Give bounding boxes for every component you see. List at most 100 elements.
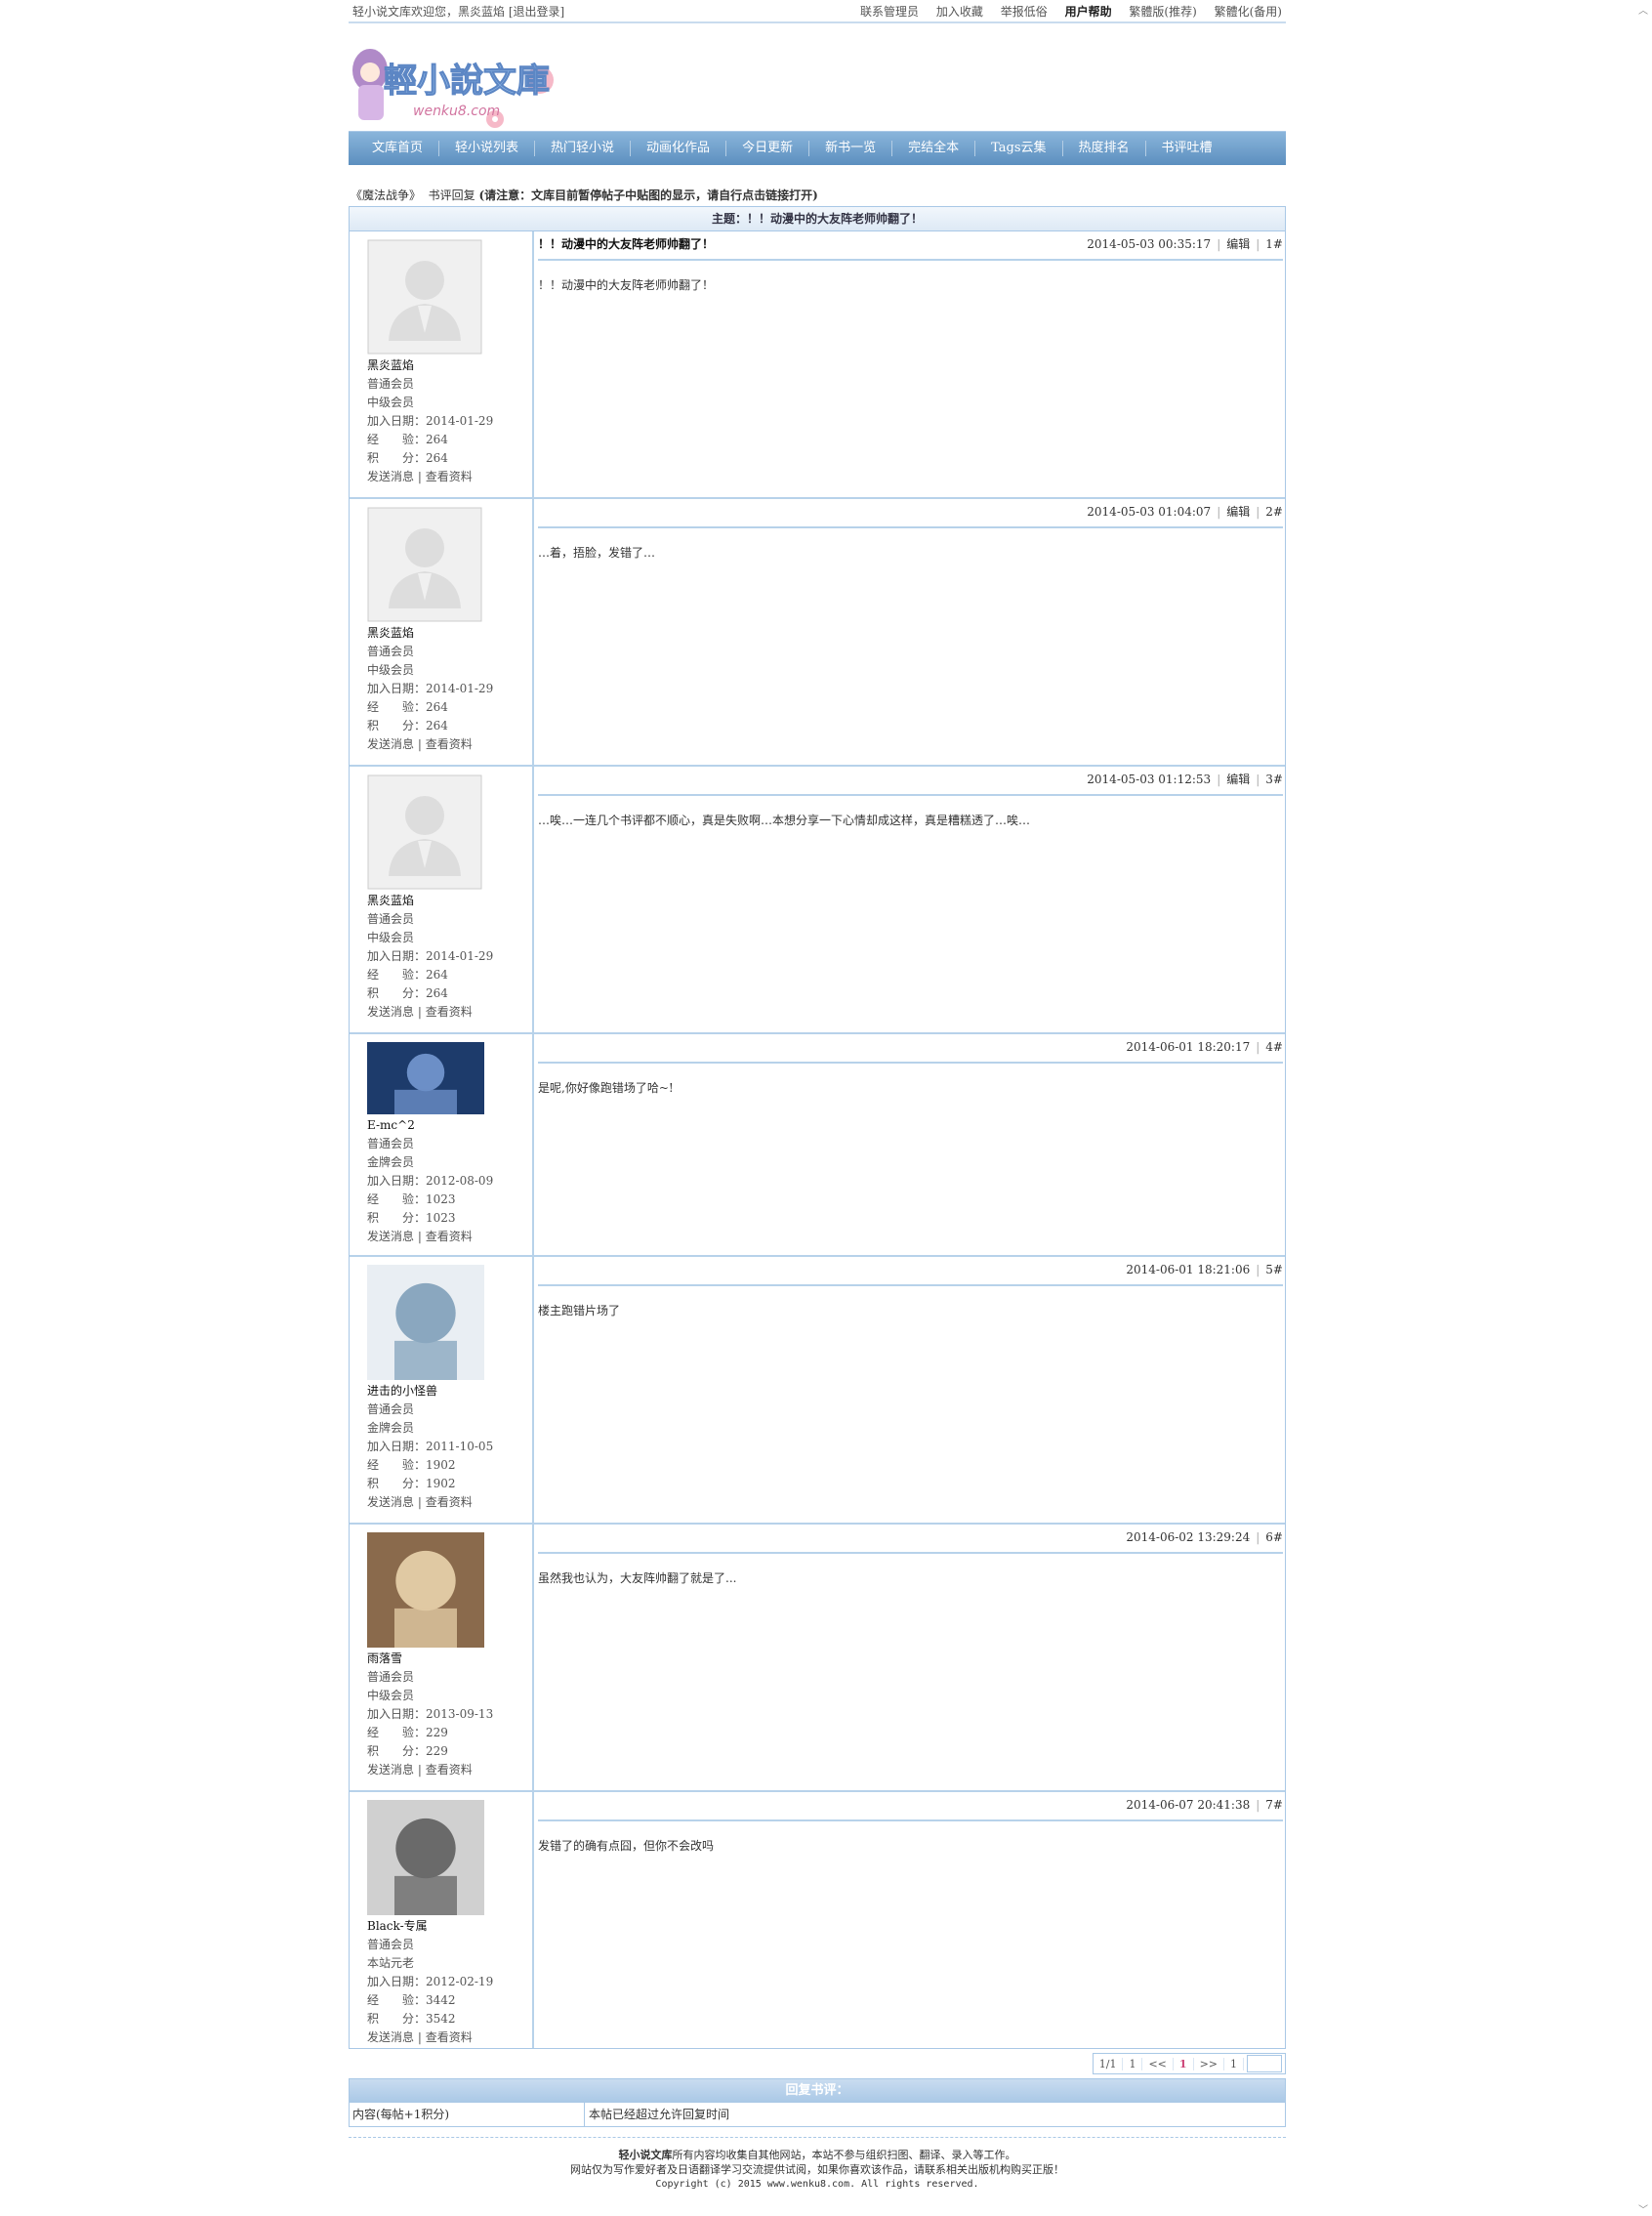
post-header: 2014-06-07 20:41:38|7#: [538, 1796, 1283, 1821]
post-body: 2014-06-02 13:29:24|6# 虽然我也认为，大友阵帅翻了就是了..…: [534, 1525, 1285, 1790]
footer-line1: 所有内容均收集自其他网站，本站不参与组织扫图、翻译、录入等工作。: [673, 2149, 1016, 2161]
author-rank: 中级会员: [367, 929, 532, 947]
post-content: …唉…一连几个书评都不顺心，真是失败啊…本想分享一下心情却成这样，真是糟糕透了……: [538, 812, 1283, 828]
view-profile-link[interactable]: 查看资料: [426, 737, 473, 751]
nav-home[interactable]: 文库首页: [356, 141, 439, 156]
scroll-down-arrow[interactable]: ﹀: [1636, 2201, 1650, 2211]
nav-complete[interactable]: 完结全本: [892, 141, 975, 156]
post-floor[interactable]: 6#: [1265, 1530, 1283, 1544]
logo-sub: wenku8.com: [413, 104, 500, 119]
post-time: 2014-05-03 01:04:07: [1087, 505, 1211, 519]
view-profile-link[interactable]: 查看资料: [426, 470, 473, 483]
author-actions: 发送消息 | 查看资料: [367, 1228, 532, 1246]
author-group: 普通会员: [367, 1135, 532, 1153]
scroll-up-arrow[interactable]: ︿: [1636, 2, 1650, 12]
author-name[interactable]: 黑炎蓝焰: [367, 892, 532, 910]
post-floor[interactable]: 1#: [1265, 237, 1283, 251]
top-bar: 轻小说文库欢迎您，黑炎蓝焰 [退出登录] 联系管理员 加入收藏 举报低俗 用户帮…: [349, 0, 1286, 23]
author-join-date: 加入日期：2014-01-29: [367, 412, 532, 431]
site-logo[interactable]: 輕小說文庫 wenku8.com: [349, 23, 1286, 131]
author-rank: 金牌会员: [367, 1153, 532, 1172]
post-time: 2014-05-03 01:12:53: [1087, 773, 1211, 786]
author-exp: 经 验：264: [367, 431, 532, 449]
post-content: 虽然我也认为，大友阵帅翻了就是了...: [538, 1569, 1283, 1586]
nav-review[interactable]: 书评吐槽: [1146, 141, 1228, 156]
page-first[interactable]: 1: [1123, 2058, 1142, 2070]
book-link[interactable]: 《魔法战争》: [351, 188, 421, 202]
post-author: 进击的小怪兽普通会员金牌会员加入日期：2011-10-05经 验：1902积 分…: [350, 1257, 534, 1523]
post-body: 2014-06-07 20:41:38|7# 发错了的确有点囧，但你不会改吗: [534, 1792, 1285, 2048]
page-jump-input[interactable]: [1247, 2055, 1282, 2072]
author-rank: 中级会员: [367, 394, 532, 412]
post-time: 2014-05-03 00:35:17: [1087, 237, 1211, 251]
default-avatar-icon: [367, 774, 482, 890]
help-link[interactable]: 用户帮助: [1065, 5, 1112, 19]
post-header: 2014-06-02 13:29:24|6#: [538, 1528, 1283, 1554]
post-content: 发错了的确有点囧，但你不会改吗: [538, 1837, 1283, 1854]
author-join-date: 加入日期：2013-09-13: [367, 1705, 532, 1724]
send-message-link[interactable]: 发送消息: [367, 1005, 414, 1019]
send-message-link[interactable]: 发送消息: [367, 1763, 414, 1777]
author-name[interactable]: E-mc^2: [367, 1116, 532, 1135]
send-message-link[interactable]: 发送消息: [367, 737, 414, 751]
author-name[interactable]: 雨落雪: [367, 1650, 532, 1668]
post-time: 2014-06-01 18:20:17: [1126, 1040, 1250, 1054]
edit-link[interactable]: 编辑: [1226, 237, 1250, 251]
post-floor[interactable]: 2#: [1265, 505, 1283, 519]
post-row: 进击的小怪兽普通会员金牌会员加入日期：2011-10-05经 验：1902积 分…: [350, 1257, 1285, 1525]
page-last[interactable]: 1: [1224, 2058, 1244, 2070]
breadcrumb: 《魔法战争》 书评回复 (请注意：文库目前暂停帖子中贴图的显示，请自行点击链接打…: [349, 187, 1286, 202]
view-profile-link[interactable]: 查看资料: [426, 1495, 473, 1509]
author-join-date: 加入日期：2014-01-29: [367, 680, 532, 698]
nav-anime[interactable]: 动画化作品: [631, 141, 726, 156]
author-name[interactable]: Black-专属: [367, 1917, 532, 1936]
user-avatar-image: [367, 1800, 484, 1915]
view-profile-link[interactable]: 查看资料: [426, 1005, 473, 1019]
view-profile-link[interactable]: 查看资料: [426, 1230, 473, 1243]
post-body: ！！动漫中的大友阵老师帅翻了！2014-05-03 00:35:17|编辑|1#…: [534, 231, 1285, 497]
author-group: 普通会员: [367, 910, 532, 929]
author-points: 积 分：264: [367, 984, 532, 1003]
nav-new[interactable]: 新书一览: [809, 141, 892, 156]
nav-hot[interactable]: 热门轻小说: [535, 141, 631, 156]
author-points: 积 分：3542: [367, 2010, 532, 2028]
user-avatar-image: [367, 1265, 484, 1380]
author-group: 普通会员: [367, 643, 532, 661]
post-author: 雨落雪普通会员中级会员加入日期：2013-09-13经 验：229积 分：229…: [350, 1525, 534, 1790]
traditional-backup-link[interactable]: 繁體化(备用): [1215, 5, 1282, 19]
page-next[interactable]: >>: [1194, 2058, 1224, 2070]
bookmark-link[interactable]: 加入收藏: [936, 5, 983, 19]
page-prev[interactable]: <<: [1142, 2058, 1173, 2070]
post-header: 2014-05-03 01:04:07|编辑|2#: [538, 503, 1283, 528]
view-profile-link[interactable]: 查看资料: [426, 1763, 473, 1777]
page-status: 1/1: [1094, 2058, 1124, 2070]
post-row: 黑炎蓝焰普通会员中级会员加入日期：2014-01-29经 验：264积 分：26…: [350, 767, 1285, 1034]
post-floor[interactable]: 5#: [1265, 1263, 1283, 1276]
author-name[interactable]: 黑炎蓝焰: [367, 624, 532, 643]
author-actions: 发送消息 | 查看资料: [367, 1493, 532, 1512]
send-message-link[interactable]: 发送消息: [367, 1230, 414, 1243]
report-link[interactable]: 举报低俗: [1001, 5, 1048, 19]
nav-ranking[interactable]: 热度排名: [1063, 141, 1146, 156]
edit-link[interactable]: 编辑: [1226, 773, 1250, 786]
view-profile-link[interactable]: 查看资料: [426, 2030, 473, 2044]
send-message-link[interactable]: 发送消息: [367, 1495, 414, 1509]
nav-tags[interactable]: Tags云集: [975, 141, 1062, 156]
nav-list[interactable]: 轻小说列表: [439, 141, 535, 156]
author-name[interactable]: 黑炎蓝焰: [367, 356, 532, 375]
post-floor[interactable]: 4#: [1265, 1040, 1283, 1054]
edit-link[interactable]: 编辑: [1226, 505, 1250, 519]
thread-subject: 主题：！！动漫中的大友阵老师帅翻了！: [350, 207, 1285, 231]
author-rank: 中级会员: [367, 661, 532, 680]
reply-title: 回复书评：: [350, 2079, 1285, 2103]
post-floor[interactable]: 7#: [1265, 1798, 1283, 1812]
contact-admin-link[interactable]: 联系管理员: [860, 5, 919, 19]
send-message-link[interactable]: 发送消息: [367, 470, 414, 483]
post-floor[interactable]: 3#: [1265, 773, 1283, 786]
nav-today[interactable]: 今日更新: [726, 141, 809, 156]
author-name[interactable]: 进击的小怪兽: [367, 1382, 532, 1401]
traditional-link[interactable]: 繁體版(推荐): [1129, 5, 1196, 19]
welcome-text[interactable]: 轻小说文库欢迎您，黑炎蓝焰 [退出登录]: [352, 3, 564, 20]
send-message-link[interactable]: 发送消息: [367, 2030, 414, 2044]
author-group: 普通会员: [367, 375, 532, 394]
